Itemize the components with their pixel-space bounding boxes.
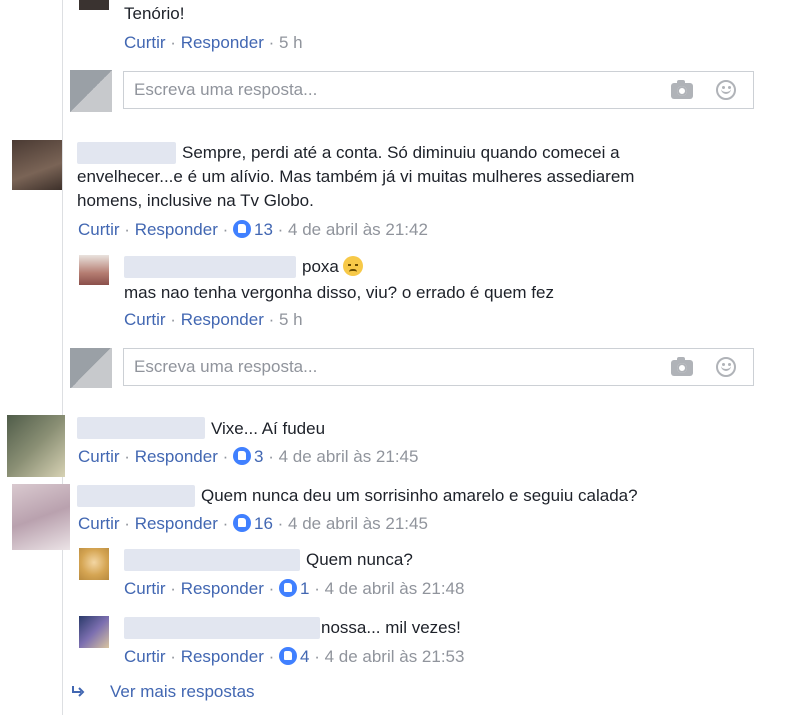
like-link[interactable]: Curtir bbox=[78, 220, 120, 239]
avatar bbox=[70, 348, 112, 388]
sad-emoji-icon bbox=[342, 256, 363, 276]
like-count[interactable]: 3 bbox=[254, 447, 263, 466]
avatar[interactable] bbox=[79, 548, 109, 580]
camera-icon[interactable] bbox=[671, 80, 693, 99]
emoji-icon[interactable] bbox=[716, 357, 736, 377]
like-link[interactable]: Curtir bbox=[124, 33, 166, 52]
emoji-icon[interactable] bbox=[716, 80, 736, 100]
more-replies-link[interactable]: Ver mais respostas bbox=[110, 681, 255, 703]
author-name[interactable] bbox=[77, 485, 195, 507]
timestamp[interactable]: 4 de abril às 21:42 bbox=[288, 220, 428, 239]
reply-link[interactable]: Responder bbox=[181, 310, 264, 329]
avatar[interactable] bbox=[79, 0, 109, 10]
timestamp[interactable]: 4 de abril às 21:45 bbox=[279, 447, 419, 466]
timestamp[interactable]: 5 h bbox=[279, 310, 303, 329]
like-link[interactable]: Curtir bbox=[78, 514, 120, 533]
comment-actions: Curtir · Responder · 16 · 4 de abril às … bbox=[78, 514, 428, 533]
comment-line: homens, inclusive na Tv Globo. bbox=[77, 191, 314, 210]
avatar[interactable] bbox=[79, 255, 109, 285]
like-icon[interactable] bbox=[232, 447, 251, 465]
reply-placeholder: Escreva uma resposta... bbox=[134, 357, 318, 376]
like-icon[interactable] bbox=[278, 647, 297, 665]
like-link[interactable]: Curtir bbox=[124, 310, 166, 329]
reply-link[interactable]: Responder bbox=[135, 220, 218, 239]
reply-text: nossa... mil vezes! bbox=[321, 618, 461, 637]
comment-actions: Curtir · Responder · 5 h bbox=[124, 310, 303, 329]
avatar[interactable] bbox=[12, 484, 70, 550]
comment-line: Sempre, perdi até a conta. Só diminuiu q… bbox=[182, 143, 620, 162]
author-name[interactable] bbox=[77, 142, 176, 164]
avatar[interactable] bbox=[79, 616, 109, 648]
reply-text: Quem nunca? bbox=[306, 550, 413, 569]
comment-text: Quem nunca deu um sorrisinho amarelo e s… bbox=[201, 486, 638, 505]
camera-icon[interactable] bbox=[671, 357, 693, 376]
timestamp[interactable]: 4 de abril às 21:48 bbox=[325, 579, 465, 598]
comment-text: Tenório! bbox=[124, 4, 185, 23]
like-count[interactable]: 1 bbox=[300, 579, 309, 598]
avatar bbox=[70, 70, 112, 112]
author-name[interactable] bbox=[77, 417, 205, 439]
like-count[interactable]: 4 bbox=[300, 647, 309, 666]
comment-actions: Curtir · Responder · 5 h bbox=[124, 33, 303, 52]
reply-text: poxa bbox=[302, 255, 363, 279]
avatar[interactable] bbox=[7, 415, 65, 477]
timestamp[interactable]: 4 de abril às 21:53 bbox=[325, 647, 465, 666]
like-icon[interactable] bbox=[232, 220, 251, 238]
reply-placeholder: Escreva uma resposta... bbox=[134, 80, 318, 99]
comment-actions: Curtir · Responder · 13 · 4 de abril às … bbox=[78, 220, 428, 239]
author-name[interactable] bbox=[124, 256, 296, 278]
like-link[interactable]: Curtir bbox=[124, 579, 166, 598]
reply-link[interactable]: Responder bbox=[181, 33, 264, 52]
comment-actions: Curtir · Responder · 3 · 4 de abril às 2… bbox=[78, 447, 419, 466]
thread-line bbox=[62, 0, 63, 715]
author-name[interactable] bbox=[124, 617, 320, 639]
author-name[interactable] bbox=[124, 549, 300, 571]
reply-text: mas nao tenha vergonha disso, viu? o err… bbox=[124, 283, 554, 302]
reply-link[interactable]: Responder bbox=[181, 579, 264, 598]
like-icon[interactable] bbox=[232, 514, 251, 532]
reply-thread-line bbox=[62, 245, 78, 246]
like-link[interactable]: Curtir bbox=[78, 447, 120, 466]
like-link[interactable]: Curtir bbox=[124, 647, 166, 666]
reply-link[interactable]: Responder bbox=[135, 514, 218, 533]
reply-link[interactable]: Responder bbox=[181, 647, 264, 666]
like-count[interactable]: 13 bbox=[254, 220, 273, 239]
reply-input[interactable]: Escreva uma resposta... bbox=[123, 348, 754, 386]
like-icon[interactable] bbox=[278, 579, 297, 597]
timestamp[interactable]: 5 h bbox=[279, 33, 303, 52]
timestamp[interactable]: 4 de abril às 21:45 bbox=[288, 514, 428, 533]
like-count[interactable]: 16 bbox=[254, 514, 273, 533]
avatar[interactable] bbox=[12, 140, 62, 190]
comment-actions: Curtir · Responder · 1 · 4 de abril às 2… bbox=[124, 579, 465, 598]
reply-link[interactable]: Responder bbox=[135, 447, 218, 466]
reply-arrow-icon[interactable] bbox=[71, 686, 85, 698]
reply-input[interactable]: Escreva uma resposta... bbox=[123, 71, 754, 109]
comment-text: Vixe... Aí fudeu bbox=[211, 419, 326, 438]
comment-actions: Curtir · Responder · 4 · 4 de abril às 2… bbox=[124, 647, 465, 666]
comment-line: envelhecer...e é um alívio. Mas também j… bbox=[77, 167, 635, 186]
